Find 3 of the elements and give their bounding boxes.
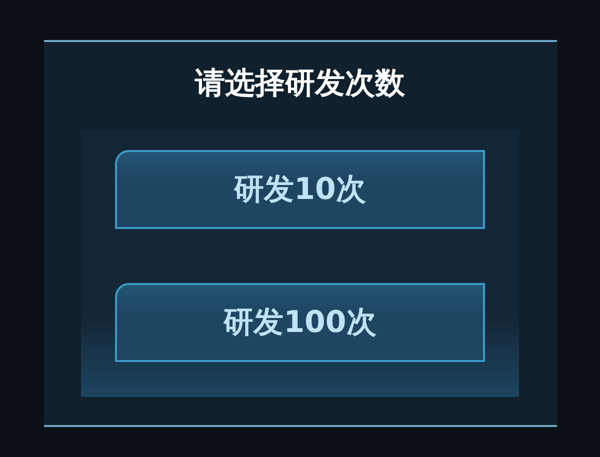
option-button[interactable]: 研发100次 bbox=[115, 283, 485, 362]
dialog-title: 请选择研发次数 bbox=[195, 65, 405, 103]
option-button[interactable]: 研发10次 bbox=[115, 150, 485, 229]
